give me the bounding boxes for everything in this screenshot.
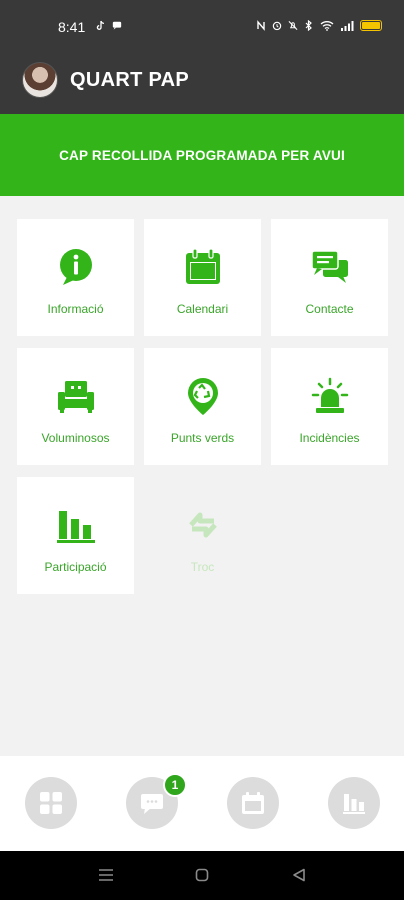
- chat-icon: [112, 21, 122, 30]
- nav-calendar-button[interactable]: [227, 777, 279, 829]
- status-time: 8:41: [58, 19, 86, 35]
- message-icon: [141, 794, 163, 814]
- tile-label: Incidències: [299, 431, 360, 445]
- bottom-nav: 1: [0, 756, 404, 851]
- calendar-icon: [185, 248, 220, 284]
- wifi-icon: [320, 21, 334, 31]
- nfc-icon: [257, 20, 265, 31]
- tiktok-icon: [96, 20, 105, 30]
- grid-icon: [40, 792, 62, 814]
- tile-calendari[interactable]: Calendari: [144, 219, 261, 336]
- tile-label: Participació: [44, 560, 107, 574]
- tile-punts-verds[interactable]: Punts verds: [144, 348, 261, 465]
- siren-icon: [311, 377, 348, 413]
- nav-messages-button[interactable]: 1: [126, 773, 187, 829]
- page-title: QUART PAP: [70, 69, 189, 91]
- tile-label: Informació: [47, 302, 104, 316]
- tile-participacio[interactable]: Participació: [17, 477, 134, 594]
- tile-label: Calendari: [176, 302, 229, 316]
- system-nav-bar: [0, 851, 404, 900]
- calendar-icon: [242, 792, 264, 814]
- nav-home-button[interactable]: [25, 777, 77, 829]
- signal-icon: [341, 21, 354, 31]
- info-icon: [59, 249, 92, 285]
- avatar[interactable]: [22, 62, 58, 98]
- nav-stats-button[interactable]: [328, 777, 380, 829]
- battery-icon: [360, 20, 382, 31]
- bar-chart-icon: [343, 794, 365, 814]
- sofa-icon: [57, 381, 94, 413]
- tile-troc: Troc: [144, 477, 261, 594]
- message-badge: 1: [163, 773, 187, 797]
- recent-apps-icon[interactable]: [98, 868, 114, 882]
- tile-label: Punts verds: [170, 431, 235, 445]
- tile-voluminosos[interactable]: Voluminosos: [17, 348, 134, 465]
- back-icon[interactable]: [292, 868, 306, 882]
- mute-icon: [288, 21, 298, 30]
- exchange-icon: [188, 512, 217, 538]
- chat-bubbles-icon: [310, 250, 348, 283]
- tile-contacte[interactable]: Contacte: [271, 219, 388, 336]
- recycle-pin-icon: [187, 378, 218, 415]
- home-icon[interactable]: [195, 868, 209, 882]
- app-header: QUART PAP: [0, 52, 404, 114]
- collection-status-banner: CAP RECOLLIDA PROGRAMADA PER AVUI: [0, 114, 404, 196]
- tile-incidencies[interactable]: Incidències: [271, 348, 388, 465]
- tile-label: Contacte: [305, 302, 354, 316]
- tile-label: Voluminosos: [41, 431, 110, 445]
- tile-informacio[interactable]: Informació: [17, 219, 134, 336]
- status-bar: 8:41: [0, 0, 404, 52]
- collection-status-text: CAP RECOLLIDA PROGRAMADA PER AVUI: [59, 147, 345, 163]
- bar-chart-icon: [56, 511, 95, 543]
- bluetooth-icon: [305, 20, 312, 31]
- tile-label: Troc: [190, 560, 215, 574]
- alarm-icon: [272, 21, 282, 31]
